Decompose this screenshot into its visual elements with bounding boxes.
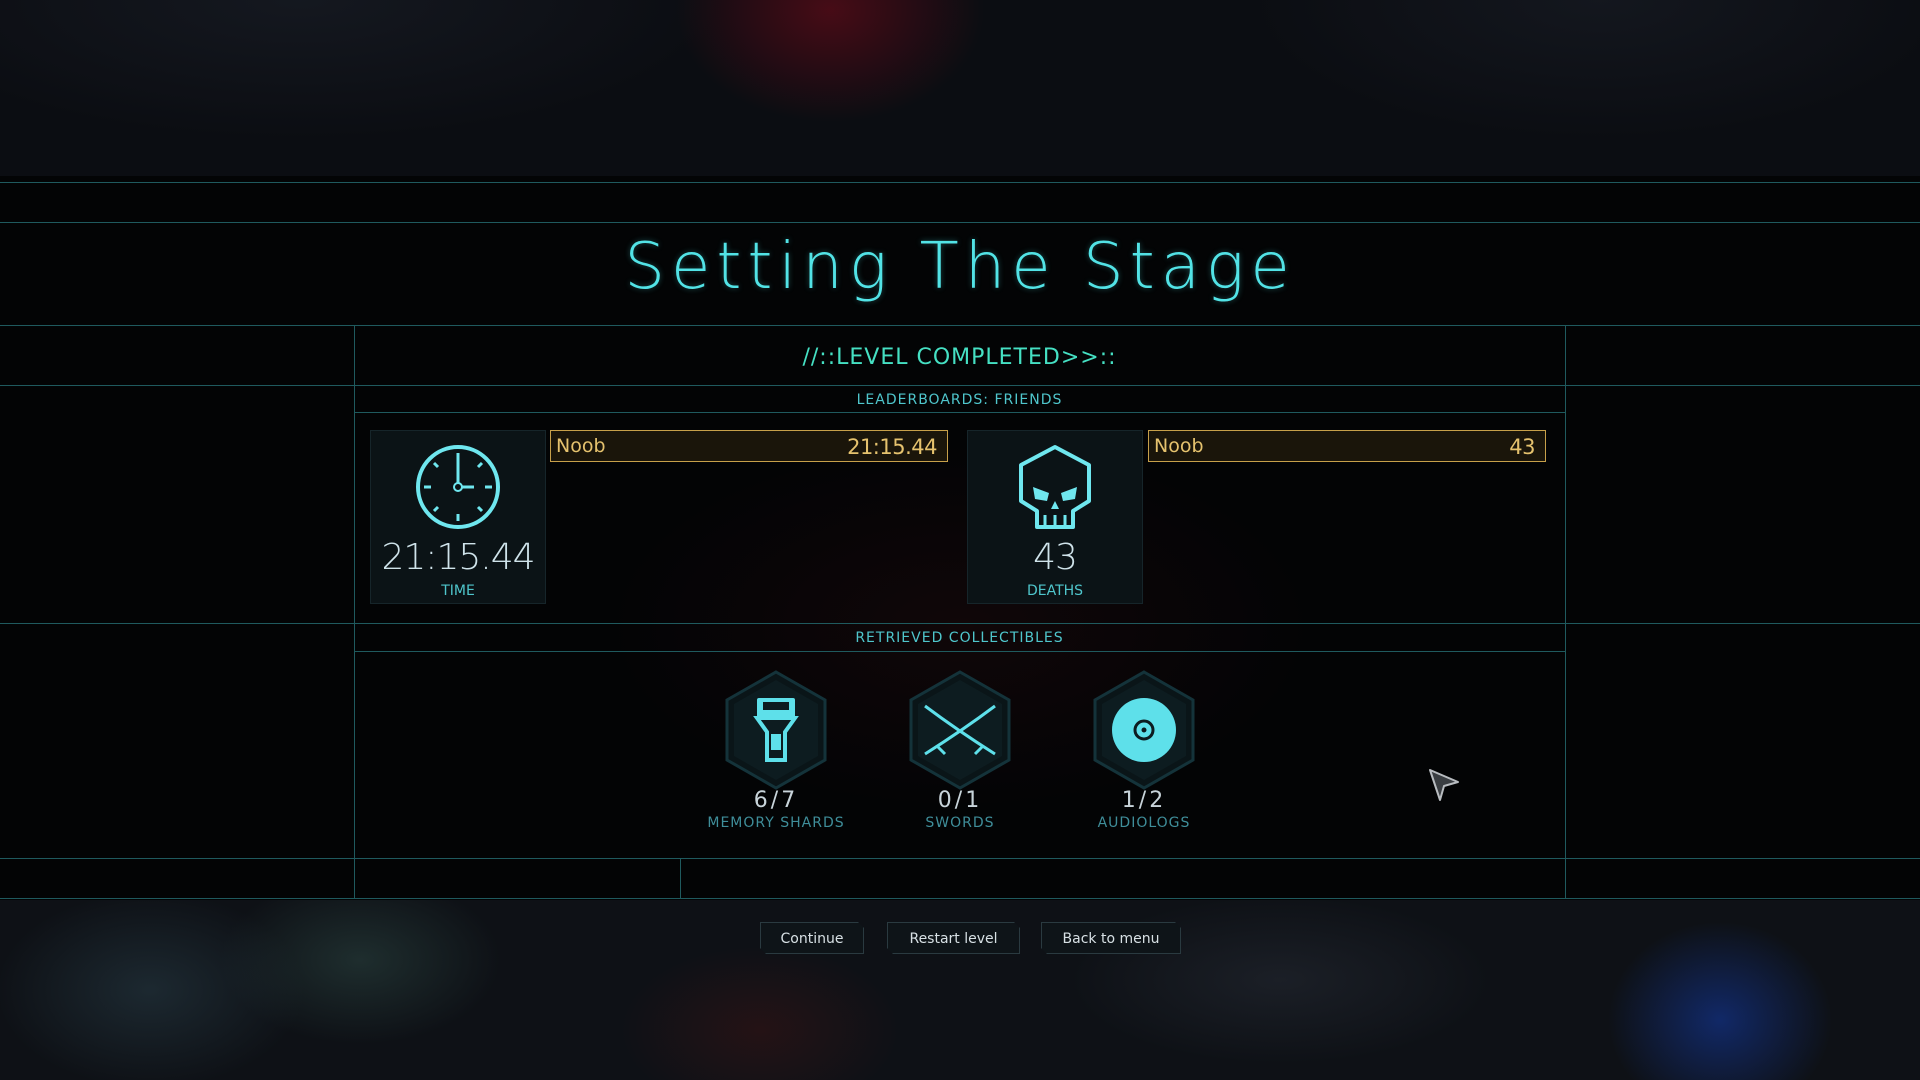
time-value: 21:15.44 [381,537,536,578]
restart-level-button[interactable]: Restart level [887,922,1020,954]
leaderboards-label: LEADERBOARDS: FRIENDS [856,392,1063,408]
leaderboard-time-value: 21:15.44 [847,435,937,459]
level-title: Setting The Stage [624,230,1296,304]
collectible-memory-shards: 6/7 MEMORY SHARDS [691,670,851,850]
divider-line [354,651,1565,652]
divider-line [0,182,1920,183]
swords-label: SWORDS [925,815,995,831]
divider-line [0,325,1920,326]
collectible-swords: 0/1 SWORDS [875,670,1035,850]
leaderboard-entry-time[interactable]: Noob 21:15.44 [550,430,948,462]
leaderboard-deaths-value: 43 [1509,435,1535,459]
audiolog-disc-icon [1093,670,1195,790]
divider-line [0,858,1920,859]
divider-line [1565,325,1566,898]
divider-line [354,412,1565,413]
time-stat: 21:15.44 TIME [370,430,546,604]
crossed-swords-icon [909,670,1011,790]
divider-line [354,325,355,898]
divider-line [0,222,1920,223]
audiologs-label: AUDIOLOGS [1097,815,1191,831]
skull-icon [1019,445,1091,529]
clock-icon [416,445,500,529]
divider-line [680,858,681,898]
deaths-value: 43 [1033,537,1078,578]
leaderboard-player-name: Noob [1154,435,1204,457]
deaths-stat: 43 DEATHS [967,430,1143,604]
memory-shards-label: MEMORY SHARDS [707,815,845,831]
swords-count: 0/1 [937,788,983,813]
back-to-menu-button[interactable]: Back to menu [1041,922,1181,954]
memory-shards-count: 6/7 [753,788,799,813]
collectible-audiologs: 1/2 AUDIOLOGS [1059,670,1219,850]
divider-line [0,623,1920,624]
audiologs-count: 1/2 [1121,788,1167,813]
mouse-pointer-icon [1429,769,1459,801]
time-label: TIME [441,583,475,599]
collectibles-label: RETRIEVED COLLECTIBLES [855,630,1064,646]
level-completed-banner: //::LEVEL COMPLETED>>:: [802,345,1117,370]
leaderboard-entry-deaths[interactable]: Noob 43 [1148,430,1546,462]
leaderboard-player-name: Noob [556,435,606,457]
continue-button[interactable]: Continue [760,922,864,954]
divider-line [0,898,1920,899]
background-top [0,0,1920,176]
memory-shard-icon [725,670,827,790]
deaths-label: DEATHS [1026,583,1084,599]
